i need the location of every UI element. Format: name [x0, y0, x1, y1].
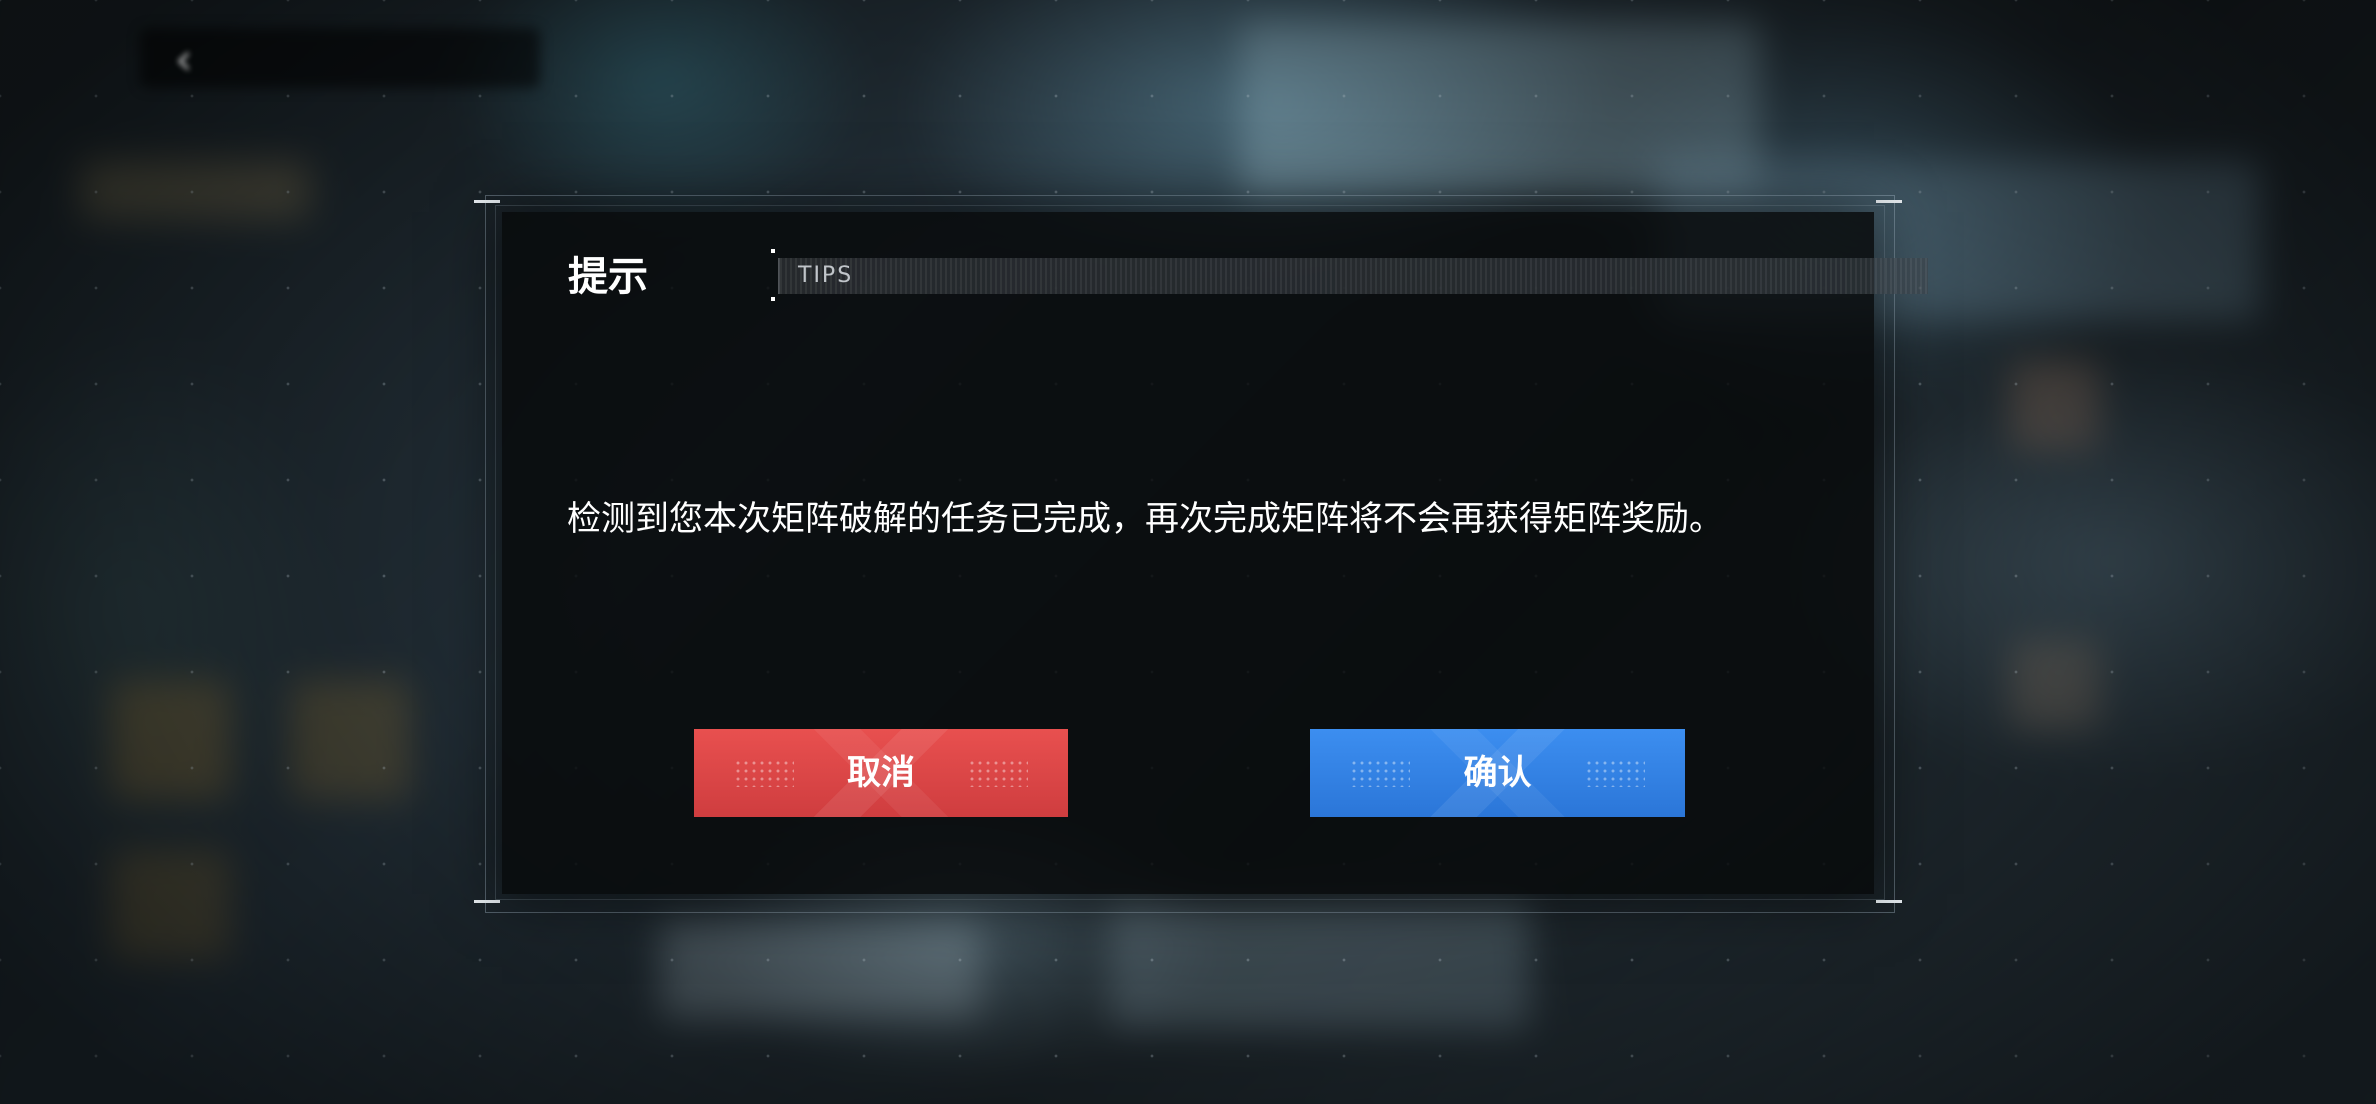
- dialog-corner-top-right: [1876, 200, 1902, 203]
- dialog-corner-bottom-right: [1876, 900, 1902, 903]
- game-scene: ‹ 提示 TIPS 检测到您本次矩阵破解的任务已完成，再次完成矩阵将不会再获得矩…: [0, 0, 2376, 1104]
- cancel-button[interactable]: 取消: [694, 729, 1068, 817]
- dialog-corner-top-left: [474, 200, 500, 203]
- subtitle-marker-top: [771, 249, 775, 253]
- cancel-button-dots-right: [968, 759, 1028, 787]
- confirm-button-label: 确认: [1463, 753, 1532, 793]
- cancel-button-dots-left: [734, 759, 794, 787]
- subtitle-bar: [778, 258, 1928, 294]
- chevron-left-icon: ‹: [175, 34, 193, 85]
- confirm-button[interactable]: 确认: [1310, 729, 1685, 817]
- blurred-top-bar: [140, 28, 540, 88]
- dialog-message: 检测到您本次矩阵破解的任务已完成，再次完成矩阵将不会再获得矩阵奖励。: [567, 499, 1723, 539]
- subtitle-marker-bottom: [771, 297, 775, 301]
- cancel-button-label: 取消: [847, 753, 915, 793]
- confirm-button-dots-left: [1350, 759, 1410, 787]
- dialog-corner-bottom-left: [474, 900, 500, 903]
- confirm-button-dots-right: [1585, 759, 1645, 787]
- dialog-subtitle: TIPS: [798, 263, 854, 288]
- dialog-title: 提示: [568, 254, 648, 300]
